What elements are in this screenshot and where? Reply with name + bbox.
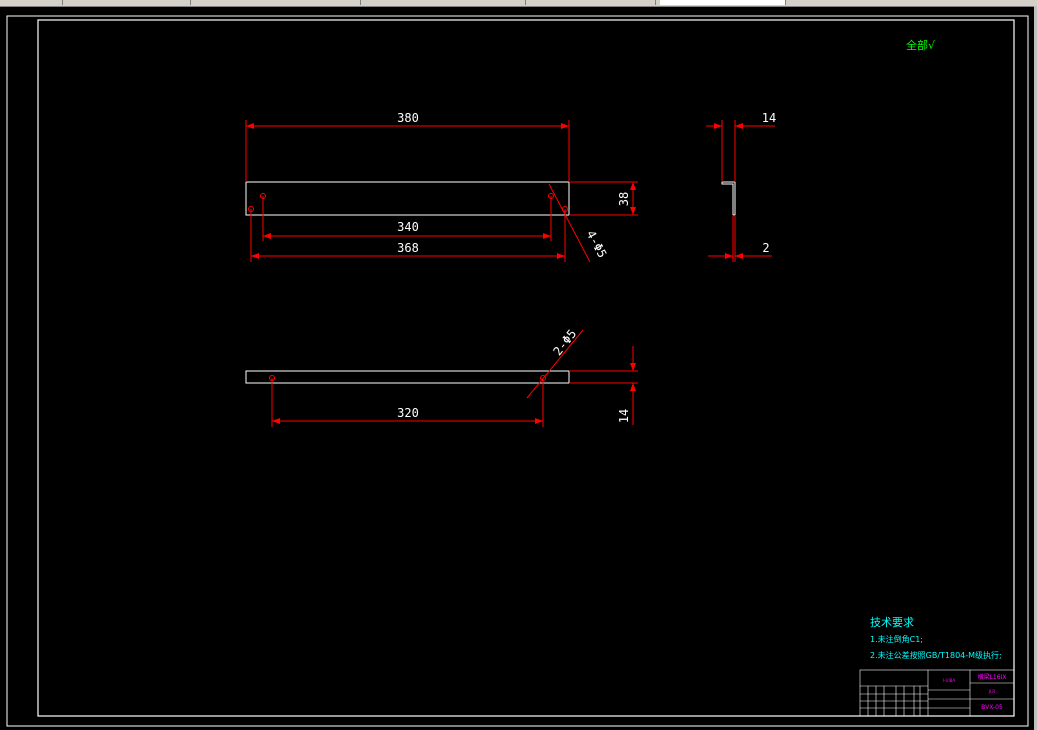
- dim-label-340: 340: [397, 220, 419, 234]
- dim-label-320: 320: [397, 406, 419, 420]
- dim-label-2-holes: 2-Φ5: [550, 327, 579, 358]
- title-block-subtitle: JLR: [988, 689, 995, 694]
- bottom-view: [245, 370, 570, 384]
- front-view: [245, 181, 570, 216]
- front-view-outline: [245, 181, 570, 216]
- roughness-label: 全部: [906, 38, 928, 52]
- title-block-header: 横梁L16IX: [978, 673, 1007, 681]
- side-view-profile: [721, 181, 736, 216]
- side-view: [721, 181, 736, 216]
- dimension-340: [262, 196, 552, 241]
- dim-label-2-side: 2: [762, 241, 769, 255]
- dim-label-368: 368: [397, 241, 419, 255]
- drawing-canvas[interactable]: 全部 √ 380 38 340 368 4-Φ5 14 2 320 2-Φ5 1…: [0, 0, 1037, 730]
- notes-item-2: 2.未注公差按照GB/T1804-M级执行;: [870, 650, 1002, 660]
- title-block-drawing-no: BVX-05: [981, 704, 1003, 711]
- roughness-note: 全部 √: [906, 38, 936, 52]
- technical-notes: 技术要求 1.未注倒角C1; 2.未注公差按照GB/T1804-M级执行;: [870, 616, 1002, 660]
- notes-item-1: 1.未注倒角C1;: [870, 634, 923, 644]
- dimension-14-side: [706, 120, 775, 182]
- roughness-symbol: √: [928, 39, 936, 52]
- notes-title: 技术要求: [870, 616, 914, 629]
- dim-label-4-holes: 4-Φ5: [584, 228, 610, 260]
- dim-label-380: 380: [397, 111, 419, 125]
- title-block-top-left: I-UIBA: [943, 678, 955, 683]
- dim-label-14-side: 14: [762, 111, 776, 125]
- sheet-border-inner: [37, 19, 1015, 717]
- dim-label-38: 38: [617, 192, 631, 206]
- dimension-380: [245, 120, 570, 182]
- bottom-view-outline: [245, 370, 570, 384]
- dim-label-14-bottom: 14: [617, 409, 631, 423]
